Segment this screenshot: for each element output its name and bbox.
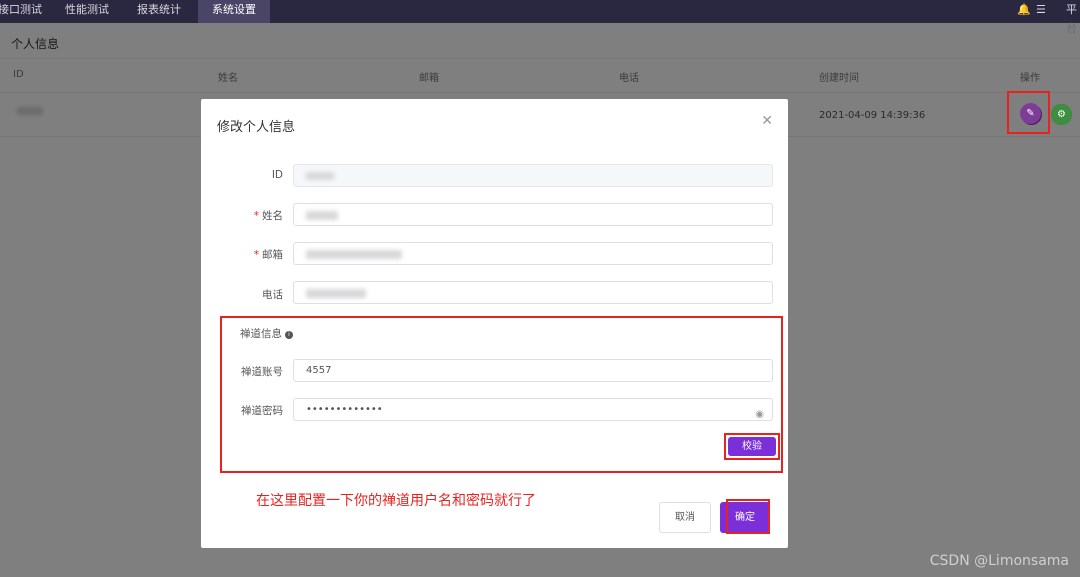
highlight-box-zentao (220, 316, 783, 473)
phone-label: 电话 (262, 289, 283, 301)
zentao-account-field[interactable]: 4557 (293, 359, 773, 382)
highlight-box-confirm (726, 499, 770, 534)
list-icon[interactable]: ☰ (1036, 0, 1046, 23)
annotation-text: 在这里配置一下你的禅道用户名和密码就行了 (256, 493, 536, 509)
zentao-password-field[interactable]: ••••••••••••• ◉ (293, 398, 773, 421)
eye-icon[interactable]: ◉ (755, 404, 764, 425)
watermark: CSDN @Limonsama (929, 553, 1069, 569)
name-field[interactable] (293, 203, 773, 226)
nav-item-perf-test[interactable]: 性能测试 (58, 0, 116, 23)
gear-icon-dim[interactable]: ⚙ (1051, 104, 1072, 125)
zentao-password-label: 禅道密码 (241, 405, 283, 417)
zentao-account-label: 禅道账号 (241, 366, 283, 378)
id-field (293, 164, 773, 187)
info-icon: i (285, 331, 293, 339)
close-icon[interactable]: ✕ (761, 113, 773, 129)
phone-field[interactable] (293, 281, 773, 304)
nav-item-settings[interactable]: 系统设置 (198, 0, 270, 23)
edit-icon-highlighted[interactable]: ✎ (1020, 103, 1041, 124)
bell-icon[interactable]: 🔔 (1017, 0, 1031, 23)
email-field[interactable] (293, 242, 773, 265)
name-label: * 姓名 (253, 210, 283, 222)
zentao-section-label: 禅道信息 i (240, 326, 293, 341)
dialog-title: 修改个人信息 (217, 120, 296, 135)
nav-platform-link[interactable]: 平台 (1066, 0, 1080, 35)
cancel-button[interactable]: 取消 (659, 502, 711, 533)
verify-button[interactable]: 校验 (728, 437, 776, 456)
email-label: * 邮箱 (253, 249, 283, 261)
edit-profile-dialog: 修改个人信息 ✕ ID * 姓名 * 邮箱 电话 禅道信息 i 禅道账号 4557 禅… (201, 99, 788, 548)
nav-item-reports[interactable]: 报表统计 (130, 0, 188, 23)
top-nav: 接口测试 性能测试 报表统计 系统设置 🔔 ☰ 平台 (0, 0, 1080, 35)
nav-item-api-test[interactable]: 接口测试 (0, 0, 48, 23)
id-label: ID (271, 169, 283, 181)
